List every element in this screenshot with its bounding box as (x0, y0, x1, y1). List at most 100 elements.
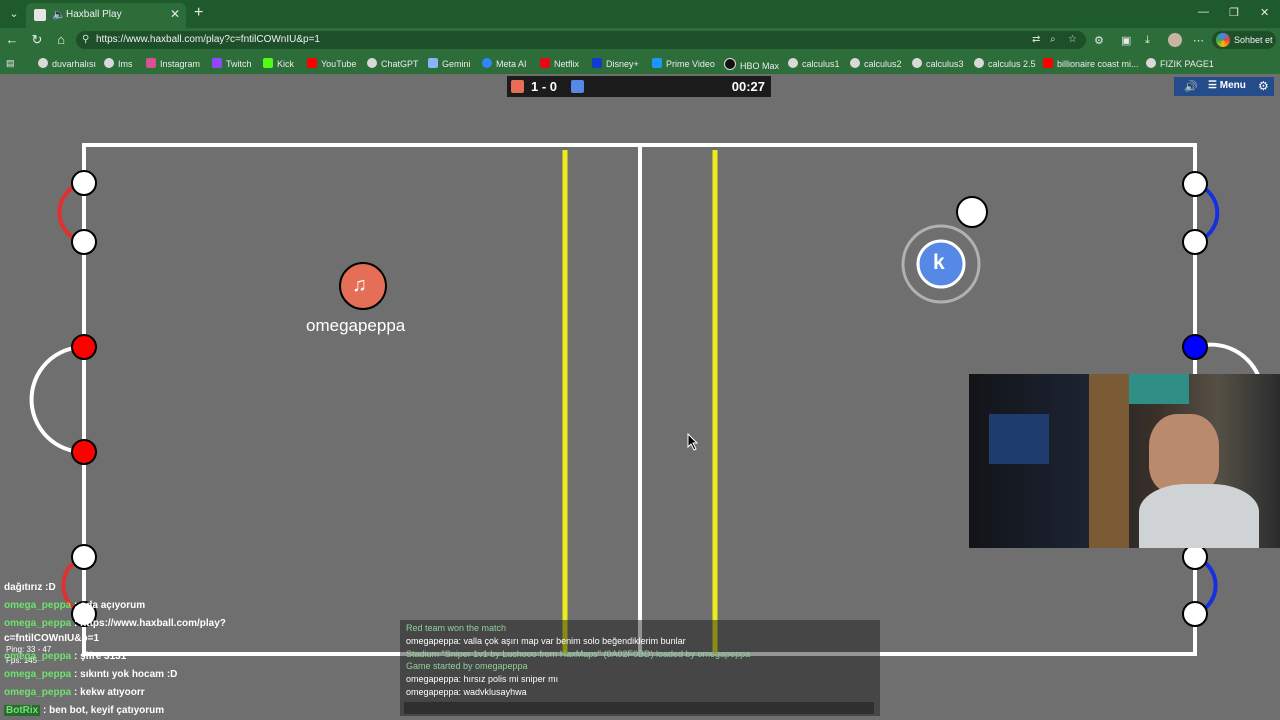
stream-chat-line: omega_peppa : sıkıntı yok hocam :D (4, 669, 178, 680)
chat-button[interactable]: Sohbet et (1212, 31, 1276, 49)
bookmark-item[interactable]: ChatGPT (367, 58, 419, 69)
game-top-controls: 🔊 ☰ Menu ⚙ (1174, 77, 1274, 96)
close-tab-icon[interactable]: ✕ (170, 7, 180, 21)
gemini-icon (428, 58, 438, 68)
zoom-icon[interactable]: ⌕ (1050, 34, 1056, 45)
stream-chat-line: omega_peppa : şifre 3131 (4, 651, 127, 662)
maximize-icon[interactable]: ❐ (1229, 6, 1239, 19)
stream-chat-line: BotRix : ben bot, keyif çatıyorum (4, 705, 165, 716)
bookmark-item[interactable]: Instagram (146, 58, 200, 69)
stream-chat-line: dağıtırız :D (4, 582, 56, 593)
streamer-shirt (1139, 484, 1259, 548)
game-chat-line: Red team won the match (406, 623, 507, 633)
mouse-cursor-icon (687, 432, 699, 451)
post-white (1182, 229, 1208, 255)
bookmark-item[interactable]: YouTube (307, 58, 356, 69)
globe-icon (974, 58, 984, 68)
bookmark-item[interactable]: Prime Video (652, 58, 715, 69)
meta-ai-icon (482, 58, 492, 68)
globe-icon (104, 58, 114, 68)
bookmark-item[interactable]: calculus3 (912, 58, 964, 69)
profile-avatar[interactable] (1168, 33, 1182, 47)
bookmark-item[interactable]: calculus1 (788, 58, 840, 69)
back-icon[interactable]: ← (4, 32, 20, 47)
youtube-icon (307, 58, 317, 68)
chat-button-label: Sohbet et (1234, 35, 1273, 45)
tab-bar: ⌄ 🔈 Haxball Play ✕ + — ❐ ✕ (0, 0, 1280, 28)
monitor-shape (989, 414, 1049, 464)
game-chat-line: omegapeppa: hırsız polis mi sniper mı (406, 674, 559, 684)
bookmark-item[interactable]: Meta AI (482, 58, 527, 69)
bookmark-item[interactable]: calculus2 (850, 58, 902, 69)
reload-icon[interactable]: ↻ (29, 32, 45, 48)
site-info-icon[interactable]: ⚲ (82, 34, 89, 45)
translate-icon[interactable]: ⇄ (1032, 34, 1040, 45)
game-chat-line: omegapeppa: wadvklusayhwa (406, 687, 527, 697)
hbo-icon (724, 58, 736, 70)
more-options-icon[interactable]: ⋯ (1193, 34, 1204, 47)
bookmark-item[interactable]: Gemini (428, 58, 471, 69)
red-player-name: omegapeppa (306, 316, 406, 335)
bookmark-item[interactable]: FIZIK PAGE1 (1146, 58, 1214, 69)
haxball-favicon-icon (34, 9, 46, 21)
sidebar-toggle-icon[interactable]: ▤ (6, 58, 15, 69)
collections-icon[interactable]: ▣ (1121, 34, 1131, 47)
bookmark-item[interactable]: Netflix (540, 58, 579, 69)
bookmark-item[interactable]: HBO Max (724, 58, 779, 71)
red-player-avatar: ♫ (352, 274, 367, 296)
tab-haxball[interactable]: 🔈 Haxball Play ✕ (26, 3, 186, 28)
youtube-icon (1043, 58, 1053, 68)
bookmark-item[interactable]: Ims (104, 58, 133, 69)
tab-list-dropdown[interactable]: ⌄ (6, 6, 22, 22)
tab-title: Haxball Play (66, 9, 122, 20)
post-white (1182, 601, 1208, 627)
stream-chat-line: omega_peppa : oda açıyorum (4, 600, 146, 611)
netflix-icon (540, 58, 550, 68)
bookmark-item[interactable]: duvarhalısı (38, 58, 96, 69)
bookmark-item[interactable]: billionaire coast mi... (1043, 58, 1139, 69)
post-red (71, 334, 97, 360)
new-tab-icon[interactable]: + (194, 4, 203, 22)
bookmark-item[interactable]: calculus 2.5 (974, 58, 1036, 69)
extensions-icon[interactable]: ⚙ (1094, 34, 1104, 47)
sound-toggle-icon[interactable]: 🔊 (1184, 80, 1198, 93)
light-shape (1129, 374, 1189, 404)
globe-icon (850, 58, 860, 68)
globe-icon (788, 58, 798, 68)
close-window-icon[interactable]: ✕ (1260, 6, 1269, 19)
post-white (1182, 544, 1208, 570)
post-white (71, 170, 97, 196)
game-chat-line: omegapeppa: valla çok aşırı map var beni… (406, 636, 686, 646)
minimize-icon[interactable]: — (1198, 6, 1209, 18)
url-field[interactable]: ⚲ https://www.haxball.com/play?c=fntilCO… (76, 31, 1086, 49)
settings-gear-icon[interactable]: ⚙ (1258, 79, 1269, 93)
red-goal-arc (29, 345, 85, 454)
bookmark-item[interactable]: Kick (263, 58, 294, 69)
streamer-face (1149, 414, 1219, 494)
game-chat-input[interactable] (404, 702, 874, 714)
menu-button[interactable]: ☰ Menu (1208, 80, 1246, 91)
kick-icon (263, 58, 273, 68)
score-text: 1 - 0 (531, 79, 558, 94)
bookmark-item[interactable]: Disney+ (592, 58, 639, 69)
webcam-overlay (969, 374, 1280, 548)
door-shape (1089, 374, 1129, 548)
disney-icon (592, 58, 602, 68)
blue-player-avatar: k (933, 251, 945, 274)
downloads-icon[interactable]: ⤓ (1145, 34, 1150, 47)
twitch-icon (212, 58, 222, 68)
speaker-icon[interactable]: 🔈 (52, 8, 66, 21)
home-icon[interactable]: ⌂ (53, 32, 69, 47)
chatgpt-icon (367, 58, 377, 68)
post-blue (1182, 334, 1208, 360)
game-chat-line: Game started by omegapeppa (406, 661, 528, 671)
scoreboard: 1 - 0 00:27 (507, 76, 771, 97)
globe-icon (1146, 58, 1156, 68)
game-chat-line: Stadium "Sniper 1v1 by Luchooo from HaxM… (406, 649, 751, 659)
blue-team-swatch (571, 80, 584, 93)
bookmark-item[interactable]: Twitch (212, 58, 252, 69)
instagram-icon (146, 58, 156, 68)
bookmark-star-icon[interactable]: ☆ (1068, 34, 1077, 45)
globe-icon (38, 58, 48, 68)
stream-chat-line: omega_peppa : https://www.haxball.com/pl… (4, 618, 226, 629)
